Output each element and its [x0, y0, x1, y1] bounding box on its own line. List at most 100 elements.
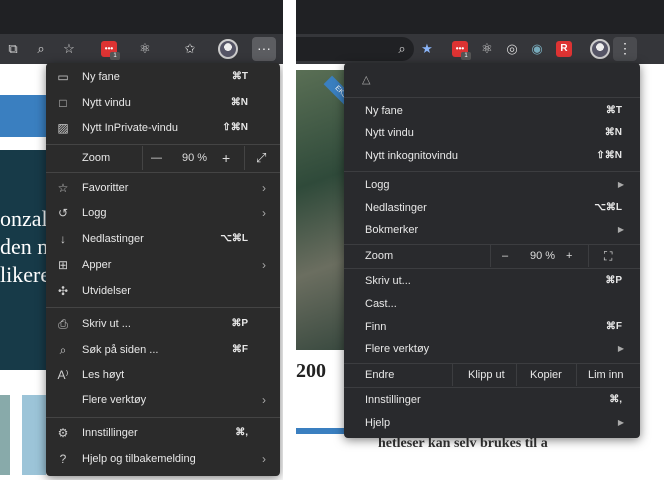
menu-item-bookmarks[interactable]: Bokmerker ▶ [344, 219, 640, 241]
menu-item-print[interactable]: ⎙ Skriv ut ... ⌘P [46, 312, 280, 336]
drive-icon: △ [362, 74, 371, 86]
menu-item-incognito[interactable]: Nytt inkognitovindu ⇧⌘N [344, 145, 640, 167]
find-icon: ⌕ [59, 343, 67, 357]
menu-item-settings[interactable]: ⚙ Innstillinger ⌘, [46, 421, 280, 445]
paste-button[interactable]: Lim inn [588, 364, 623, 386]
menu-item-help[interactable]: ? Hjelp og tilbakemelding › [46, 447, 280, 471]
submenu-arrow-icon: ▶ [617, 344, 624, 353]
page-banner [0, 95, 46, 137]
chrome-settings-menu: △ Ny fane ⌘T Nytt vindu ⌘N Nytt inkognitov… [344, 63, 640, 438]
chevron-right-icon: › [262, 258, 266, 272]
menu-item-new-window[interactable]: □ Nytt vindu ⌘N [46, 91, 280, 115]
page-aerial-image [296, 70, 344, 350]
help-icon: ? [59, 452, 67, 466]
page-image [22, 395, 46, 475]
menu-item-favorites[interactable]: ☆ Favoritter › [46, 176, 280, 200]
zoom-out-button[interactable]: — [151, 146, 162, 170]
chevron-right-icon: › [262, 452, 266, 466]
avatar[interactable] [218, 39, 238, 59]
react-extension-icon[interactable]: ⚛ [478, 40, 496, 58]
edge-settings-menu: ▭ Ny fane ⌘T □ Nytt vindu ⌘N ▨ Nytt InPrivate… [46, 63, 280, 476]
zoom-icon[interactable]: ⌕ [32, 40, 50, 58]
menu-item-new-window[interactable]: Nytt vindu ⌘N [344, 122, 640, 144]
extension-badge: 1 [461, 52, 471, 60]
zoom-row: Zoom – 90 % + ⛶ [344, 245, 640, 267]
menu-item-print[interactable]: Skriv ut... ⌘P [344, 270, 640, 292]
divider [46, 144, 280, 145]
menu-item-more-tools[interactable]: Flere verktøy ▶ [344, 338, 640, 360]
edge-titlebar [0, 0, 283, 34]
menu-item-settings[interactable]: Innstillinger ⌘, [344, 389, 640, 411]
settings-more-button[interactable]: ⋮ [613, 37, 637, 61]
avatar[interactable] [590, 39, 610, 59]
submenu-arrow-icon: ▶ [617, 180, 624, 189]
zoom-in-button[interactable]: + [222, 146, 230, 170]
menu-item-find[interactable]: ⌕ Søk på siden ... ⌘F [46, 338, 280, 362]
chrome-window: ⌕ ★ ••• 1 ⚛ ◎ ◉ R ⋮ EKST 200 hetleser ka… [296, 0, 664, 480]
read-aloud-icon: A⁾ [57, 368, 69, 382]
menu-item-history[interactable]: ↺ Logg › [46, 201, 280, 225]
zoom-out-button[interactable]: – [502, 245, 508, 267]
chrome-titlebar [296, 0, 664, 34]
reading-view-icon[interactable]: ⧉ [4, 40, 22, 58]
extensions-icon: ✣ [57, 284, 69, 298]
fullscreen-icon[interactable]: ⛶ [604, 245, 612, 267]
menu-item-help[interactable]: Hjelp ▶ [344, 412, 640, 434]
new-window-icon: □ [59, 96, 67, 110]
zoom-icon[interactable]: ⌕ [393, 40, 411, 58]
zoom-row: Zoom — 90 % + ⤢ [46, 146, 280, 170]
favorite-star-icon[interactable]: ☆ [60, 40, 78, 58]
page-snippet: hetleser kan selv brukes til a [378, 436, 548, 451]
apps-icon: ⊞ [57, 258, 69, 272]
copy-button[interactable]: Kopier [530, 364, 562, 386]
chevron-right-icon: › [262, 393, 266, 407]
menu-item-new-tab[interactable]: ▭ Ny fane ⌘T [46, 65, 280, 89]
zoom-in-button[interactable]: + [566, 245, 572, 267]
settings-more-button[interactable]: ··· [252, 37, 276, 61]
divider [344, 268, 640, 269]
target-extension-icon[interactable]: ◎ [503, 40, 521, 58]
menu-item-extensions[interactable]: ✣ Utvidelser [46, 279, 280, 303]
print-icon: ⎙ [58, 317, 68, 331]
download-icon: ↓ [60, 232, 66, 246]
chevron-right-icon: › [262, 181, 266, 195]
menu-item-downloads[interactable]: Nedlastinger ⌥⌘L [344, 197, 640, 219]
submenu-arrow-icon: ▶ [617, 225, 624, 234]
menu-item-read-aloud[interactable]: A⁾ Les høyt [46, 363, 280, 387]
edge-window: ⧉ ⌕ ☆ ••• 1 ⚛ ✩ ··· onzal den n likere ▭ Ny… [0, 0, 283, 480]
divider [46, 417, 280, 418]
history-icon: ↺ [57, 206, 69, 220]
menu-item-cast[interactable]: Cast... [344, 293, 640, 315]
inprivate-icon: ▨ [57, 121, 69, 135]
divider [344, 171, 640, 172]
new-tab-icon: ▭ [57, 70, 69, 84]
page-image [0, 395, 10, 475]
menu-item-downloads[interactable]: ↓ Nedlastinger ⌥⌘L [46, 227, 280, 251]
page-headline: onzal den n likere [0, 206, 51, 287]
submenu-arrow-icon: ▶ [617, 418, 624, 427]
favorites-star-icon: ☆ [57, 181, 69, 195]
divider [46, 172, 280, 173]
favorites-icon[interactable]: ✩ [181, 40, 199, 58]
divider [46, 307, 280, 308]
gear-icon: ⚙ [57, 426, 69, 440]
menu-item-new-tab[interactable]: Ny fane ⌘T [344, 100, 640, 122]
fullscreen-icon[interactable]: ⤢ [256, 146, 266, 170]
react-extension-icon[interactable]: ⚛ [136, 40, 154, 58]
extension-badge: 1 [110, 52, 120, 60]
bookmark-star-icon[interactable]: ★ [418, 40, 436, 58]
menu-item-apps[interactable]: ⊞ Apper › [46, 253, 280, 277]
shield-extension-icon[interactable]: ◉ [528, 40, 546, 58]
menu-item-more-tools[interactable]: Flere verktøy › [46, 388, 280, 412]
edit-row: Endre Klipp ut Kopier Lim inn [344, 364, 640, 386]
menu-item-new-inprivate[interactable]: ▨ Nytt InPrivate-vindu ⇧⌘N [46, 116, 280, 140]
menu-item-history[interactable]: Logg ▶ [344, 174, 640, 196]
r-extension-icon[interactable]: R [556, 41, 572, 57]
divider [344, 387, 640, 388]
cut-button[interactable]: Klipp ut [468, 364, 505, 386]
page-number-text: 200 [296, 360, 326, 382]
zoom-level: 90 % [182, 152, 208, 164]
zoom-level: 90 % [530, 250, 556, 262]
chevron-right-icon: › [262, 206, 266, 220]
menu-item-find[interactable]: Finn ⌘F [344, 316, 640, 338]
